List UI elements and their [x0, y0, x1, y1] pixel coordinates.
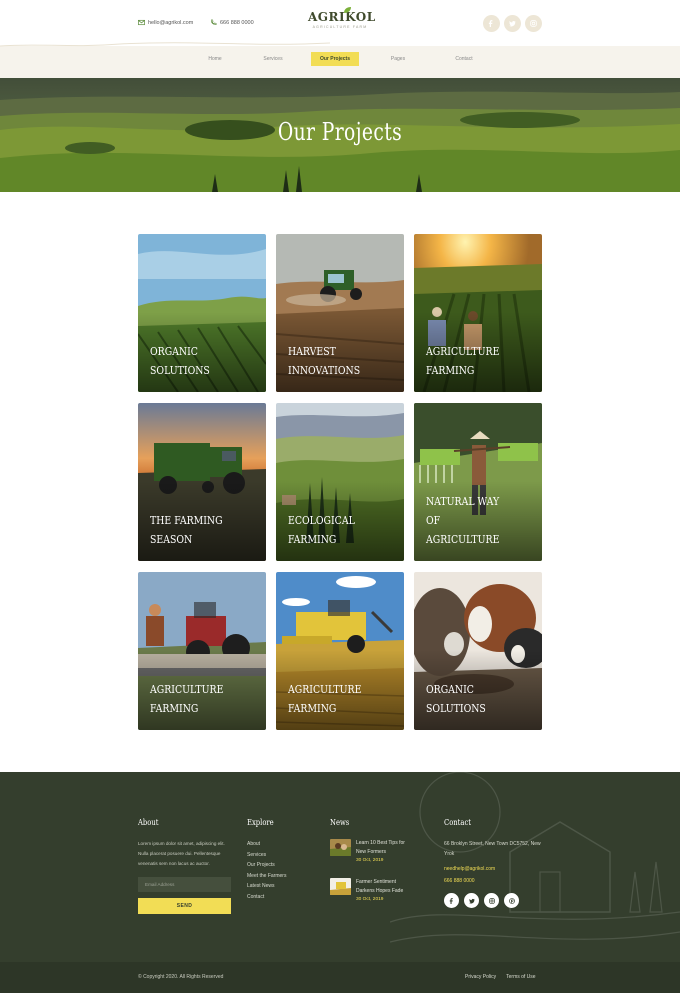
instagram-icon[interactable]	[484, 893, 499, 908]
footer-explore-heading: Explore	[247, 818, 274, 827]
twitter-icon[interactable]	[504, 15, 521, 32]
project-title: Agriculture Farming	[150, 683, 224, 715]
leaf-icon	[344, 7, 351, 13]
page-title: Our Projects	[277, 118, 403, 146]
page-hero: Our Projects	[0, 78, 680, 192]
nav-our-projects[interactable]: Our Projects	[311, 52, 359, 66]
copyright-text: © Copyright 2020. All Rights Reserved	[138, 974, 224, 980]
contact-phone[interactable]: 666 888 0000	[444, 875, 544, 887]
main-nav: Home Services Our Projects Pages Contact	[195, 52, 491, 66]
project-card[interactable]: Agriculture Farming	[138, 572, 266, 730]
footer-about-heading: About	[138, 818, 159, 827]
news-thumbnail	[330, 839, 351, 856]
nav-services[interactable]: Services	[235, 52, 311, 66]
news-title: Learn 10 Best Tips for New Formers	[356, 840, 405, 855]
project-card[interactable]: Agriculture Farming	[276, 572, 404, 730]
header-email[interactable]: hello@agrikol.com	[138, 19, 193, 26]
newsletter-placeholder: Email Address	[145, 882, 175, 887]
contact-address: 66 Broklyn Street, New Town DC5752, New …	[444, 841, 541, 857]
privacy-policy-link[interactable]: Privacy Policy	[465, 974, 496, 980]
nav-pages[interactable]: Pages	[359, 52, 437, 66]
header-email-text: hello@agrikol.com	[148, 19, 194, 26]
footer-news: News Learn 10 Best Tips for New Formers …	[330, 818, 414, 917]
footer-news-heading: News	[330, 818, 350, 827]
phone-icon	[210, 19, 217, 26]
news-date: 30 Oct, 2019	[356, 897, 384, 902]
newsletter-email-input[interactable]: Email Address	[138, 877, 231, 892]
project-card[interactable]: Ecological Farming	[276, 403, 404, 561]
news-item[interactable]: Farmer Sentiment Darkens Hopes Fade 30 O…	[330, 878, 414, 904]
site-logo[interactable]: AGRIKOL AGRICULTURE FARM	[308, 7, 376, 29]
footer-link-our-projects[interactable]: Our Projects	[247, 860, 286, 871]
project-title: Agriculture Farming	[426, 345, 500, 377]
project-title: Organic Solutions	[426, 683, 486, 715]
project-card[interactable]: Harvest Innovations	[276, 234, 404, 392]
nav-home[interactable]: Home	[195, 52, 235, 66]
twitter-icon[interactable]	[464, 893, 479, 908]
project-card[interactable]: The Farming Season	[138, 403, 266, 561]
header-phone[interactable]: 666 888 0000	[210, 19, 254, 26]
contact-email[interactable]: needhelp@agrikol.com	[444, 863, 544, 875]
news-title: Farmer Sentiment Darkens Hopes Fade	[356, 879, 404, 894]
footer-link-contact[interactable]: Contact	[247, 892, 286, 903]
logo-name: AGRIKOL	[308, 10, 376, 24]
mail-icon	[138, 19, 145, 26]
footer-link-latest-news[interactable]: Latest News	[247, 881, 286, 892]
projects-grid: Organic Solutions Harvest Innovations	[138, 234, 542, 731]
footer-about-text: Lorem ipsum dolor sit amet, adipiscing e…	[138, 841, 225, 866]
header-phone-text: 666 888 0000	[220, 19, 254, 26]
terms-of-use-link[interactable]: Terms of Use	[506, 974, 535, 980]
legal-links: Privacy Policy Terms of Use	[465, 974, 536, 980]
footer-link-services[interactable]: Services	[247, 850, 286, 861]
news-date: 30 Oct, 2019	[356, 858, 384, 863]
facebook-icon[interactable]	[483, 15, 500, 32]
project-title: The Farming Season	[150, 514, 223, 546]
footer-contact: Contact 66 Broklyn Street, New Town DC57…	[444, 818, 544, 908]
footer-link-meet-the-farmers[interactable]: Meet the Farmers	[247, 871, 286, 882]
project-title: Natural way of Agriculture	[426, 495, 500, 546]
nav-contact[interactable]: Contact	[437, 52, 491, 66]
project-title: Harvest Innovations	[288, 345, 361, 377]
project-card[interactable]: Natural way of Agriculture	[414, 403, 542, 561]
news-thumbnail	[330, 878, 351, 895]
footer-about: About Lorem ipsum dolor sit amet, adipis…	[138, 818, 233, 914]
pinterest-icon[interactable]	[504, 893, 519, 908]
footer-bottom-bar: © Copyright 2020. All Rights Reserved Pr…	[0, 962, 680, 993]
project-card[interactable]: Organic Solutions	[414, 572, 542, 730]
logo-tagline: AGRICULTURE FARM	[312, 25, 368, 29]
facebook-icon[interactable]	[444, 893, 459, 908]
site-footer: About Lorem ipsum dolor sit amet, adipis…	[0, 772, 680, 962]
instagram-icon[interactable]	[525, 15, 542, 32]
project-card[interactable]: Organic Solutions	[138, 234, 266, 392]
newsletter-send-button[interactable]: SEND	[138, 898, 231, 914]
brush-divider	[0, 34, 680, 47]
footer-link-about[interactable]: About	[247, 839, 286, 850]
site-header: hello@agrikol.com 666 888 0000 AGRIKOL A…	[0, 0, 680, 78]
news-item[interactable]: Learn 10 Best Tips for New Formers 30 Oc…	[330, 839, 414, 865]
footer-explore: Explore About Services Our Projects Meet…	[247, 818, 286, 902]
footer-contact-heading: Contact	[444, 818, 472, 827]
header-social	[483, 15, 542, 32]
footer-social	[444, 893, 544, 908]
project-title: Organic Solutions	[150, 345, 210, 377]
project-title: Ecological Farming	[288, 514, 355, 546]
project-title: Agriculture Farming	[288, 683, 362, 715]
project-card[interactable]: Agriculture Farming	[414, 234, 542, 392]
